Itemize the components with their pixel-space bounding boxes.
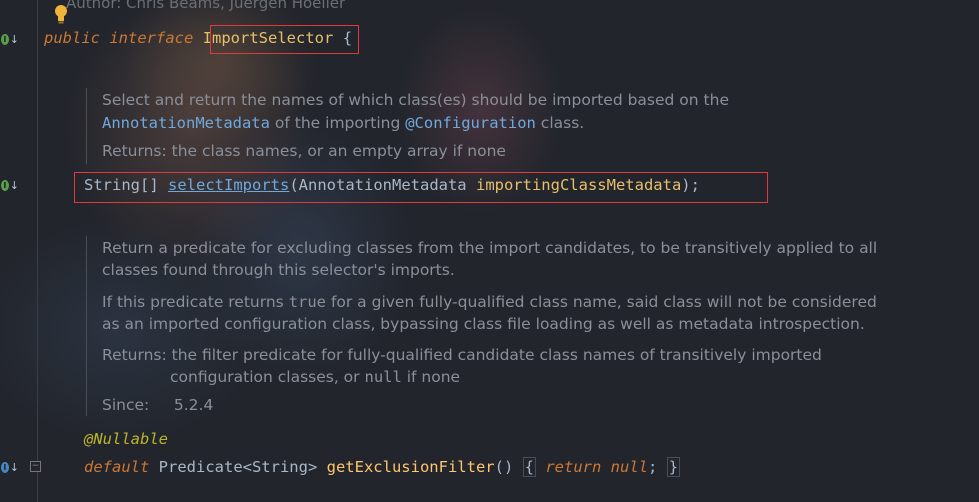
doc-link-annotationmetadata[interactable]: AnnotationMetadata [102,114,270,132]
doc2-returns-cont: configuration classes, or null if none [170,368,461,386]
implemented-marker-icon[interactable]: I ↓ [1,32,19,46]
doc-block-bar [86,88,87,164]
fold-toggle-icon[interactable]: − [30,461,41,472]
doc1-line2: AnnotationMetadata of the importing @Con… [102,114,585,132]
highlight-box-interface-name [210,25,359,54]
implemented-method-marker-icon[interactable]: I ↓ [1,178,19,192]
doc2-line4: as an imported configuration class, bypa… [102,315,865,333]
doc1-line1: Select and return the names of which cla… [102,91,729,109]
down-arrow-icon: ↓ [9,460,19,474]
doc-link-configuration[interactable]: @Configuration [405,114,536,132]
doc-author-line: Author: Chris Beams, Juergen Hoeller [66,0,346,12]
down-arrow-icon: ↓ [9,32,19,46]
doc-block-bar-2 [86,236,87,416]
method-name-get-exclusion-filter[interactable]: getExclusionFilter [327,458,495,476]
doc2-line1: Return a predicate for excluding classes… [102,239,878,257]
nullable-annotation: @Nullable [84,430,168,448]
doc2-returns: Returns: the filter predicate for fully-… [102,346,822,364]
doc1-returns: Returns: the class names, or an empty ar… [102,142,506,160]
doc2-since: Since: 5.2.4 [102,396,214,414]
down-arrow-icon: ↓ [9,178,19,192]
highlight-box-method [74,172,768,203]
doc2-line2: classes found through this selector's im… [102,261,455,279]
method-get-exclusion-filter[interactable]: default Predicate<String> getExclusionFi… [84,457,681,477]
doc2-line3: If this predicate returns true for a giv… [102,293,877,311]
gutter-separator [37,0,38,502]
lightbulb-icon[interactable] [54,4,68,24]
override-marker-icon[interactable]: I ↓ [1,460,19,474]
